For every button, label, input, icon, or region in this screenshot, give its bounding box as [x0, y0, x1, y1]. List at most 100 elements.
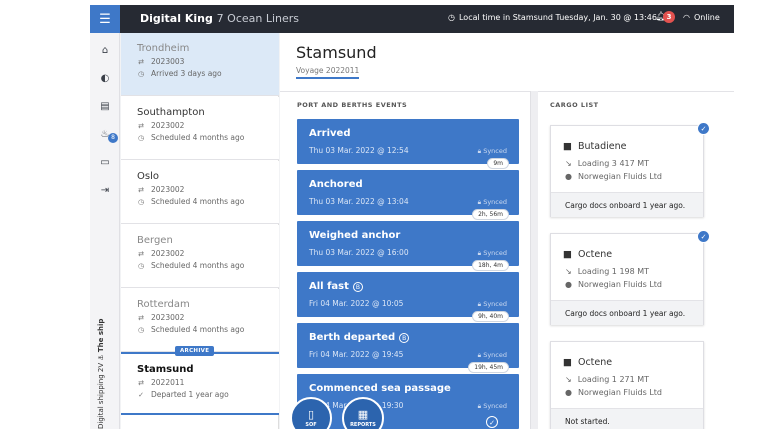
event-card[interactable]: Weighed anchor Thu 03 Mar. 2022 @ 16:00 … [297, 221, 519, 271]
status-text: Online [693, 13, 720, 22]
person-icon: ● [565, 172, 572, 181]
clock-icon: ◷ [448, 13, 455, 22]
person-icon: ● [565, 388, 572, 397]
lock-icon: 🔒︎ [477, 147, 482, 155]
lock-icon: 🔒︎ [477, 402, 482, 410]
route-icon: ⇄ [138, 313, 144, 322]
voyage-number: 2022011 [151, 378, 185, 387]
connection-status: ◠ Online [683, 13, 720, 22]
cargo-loading: Loading 3 417 MT [577, 159, 650, 168]
brand: Digital King 7 Ocean Liners [140, 12, 299, 25]
cargo-loading: Loading 1 198 MT [577, 267, 650, 276]
lock-icon: 🔒︎ [477, 351, 482, 359]
voyage-item[interactable]: Oslo ⇄ 2023002 ◷ Scheduled 4 months ago [121, 161, 279, 224]
event-name: All fast [309, 281, 349, 292]
lock-icon: 🔒︎ [477, 198, 482, 206]
sync-status: Synced [483, 402, 507, 410]
top-bar: ☰ Digital King 7 Ocean Liners ◷ Local ti… [90, 5, 734, 33]
column-separator [530, 91, 538, 429]
clock-icon: ◷ [137, 69, 145, 78]
check-icon: ✓ [697, 230, 710, 243]
cargo-icon: ■ [563, 249, 572, 260]
event-card[interactable]: Berth departed B Fri 04 Mar. 2022 @ 19:45… [297, 323, 519, 373]
cargo-name: Butadiene [577, 141, 627, 152]
voyage-item-active[interactable]: ARCHIVE Stamsund ⇄ 2022011 ✓ Departed 1 ye… [121, 346, 279, 415]
cargo-card[interactable]: ■ Octene ↘ Loading 1 271 MT ● Norwegian Flu… [550, 341, 704, 429]
lock-icon: 🔒︎ [477, 300, 482, 308]
dashboard-icon[interactable]: ◐ [90, 68, 120, 88]
voyage-status: Arrived 3 days ago [151, 69, 222, 78]
clock-icon: ◷ [137, 133, 145, 142]
berth-badge: B [352, 281, 363, 292]
sync-status: Synced [483, 249, 507, 257]
arrow-down-right-icon: ↘ [565, 267, 572, 276]
route-icon: ⇄ [138, 185, 144, 194]
check-icon: ✓ [697, 122, 710, 135]
voyage-number: 2023002 [151, 313, 185, 322]
route-icon: ⇄ [138, 57, 144, 66]
chat-icon[interactable]: ▭ [90, 152, 120, 172]
voyage-port: Southampton [137, 107, 205, 118]
clock-icon: ◷ [137, 261, 145, 270]
voyage-status: Scheduled 4 months ago [151, 261, 245, 270]
route-icon: ⇄ [138, 249, 144, 258]
arrow-down-right-icon: ↘ [565, 375, 572, 384]
ship-icon: ⚓ [97, 352, 105, 361]
local-time-text: Local time in Stamsund Tuesday, Jan. 30 … [458, 13, 657, 22]
app-window: ☰ Digital King 7 Ocean Liners ◷ Local ti… [90, 5, 734, 429]
cargo-loading: Loading 1 271 MT [577, 375, 650, 384]
cargo-status: Not started. [551, 408, 703, 429]
berth-badge: B [399, 332, 410, 343]
voyage-number: 2023002 [151, 249, 185, 258]
clock-icon: ◷ [137, 325, 145, 334]
duration-badge: 9h, 40m [472, 311, 509, 322]
check-icon: ✓ [486, 416, 498, 428]
duration-badge: 18h, 4m [472, 260, 509, 271]
clipboard-icon[interactable]: ▤ [90, 96, 120, 116]
voyage-status: Scheduled 4 months ago [151, 197, 245, 206]
cargo-icon: ■ [563, 357, 572, 368]
voyage-item[interactable]: Southampton ⇄ 2023002 ◷ Scheduled 4 months… [121, 97, 279, 160]
cargo-status: Cargo docs onboard 1 year ago. [551, 192, 703, 217]
cargo-company: Norwegian Fluids Ltd [577, 172, 663, 181]
route-icon: ⇄ [138, 378, 144, 387]
cargo-name: Octene [577, 357, 613, 368]
arrow-down-right-icon: ↘ [565, 159, 572, 168]
event-card[interactable]: All fast B Fri 04 Mar. 2022 @ 10:05 🔒︎ Sy… [297, 272, 519, 322]
event-date: Thu 03 Mar. 2022 @ 16:00 [309, 248, 409, 257]
duration-badge: 9m [487, 158, 509, 169]
event-date: Fri 04 Mar. 2022 @ 10:05 [309, 299, 404, 308]
logout-icon[interactable]: ⇥ [90, 180, 120, 200]
page-title: Stamsund [296, 43, 377, 62]
section-label: The ship [97, 318, 105, 353]
cargo-icon: ■ [563, 141, 572, 152]
cargo-card[interactable]: ✓ ■ Octene ↘ Loading 1 198 MT ● Norwegian F… [550, 230, 710, 325]
chat-badge: 8 [108, 133, 118, 143]
lock-icon: 🔒︎ [477, 249, 482, 257]
menu-button[interactable]: ☰ [90, 5, 120, 33]
event-name: Commenced sea passage [309, 383, 451, 394]
event-card[interactable]: Arrived Thu 03 Mar. 2022 @ 12:54 🔒︎ Sync… [297, 119, 519, 169]
sof-label: SOF [305, 421, 317, 428]
voyage-number: 2023002 [151, 121, 185, 130]
voyage-number: 2023002 [151, 185, 185, 194]
cargo-name: Octene [577, 249, 613, 260]
voyage-subtitle: Voyage 2022011 [296, 66, 360, 79]
voyage-port: Oslo [137, 171, 159, 182]
home-icon[interactable]: ⌂ [90, 40, 120, 60]
check-icon: ✓ [138, 390, 144, 399]
archive-tag: ARCHIVE [175, 346, 215, 356]
cargo-card[interactable]: ✓ ■ Butadiene ↘ Loading 3 417 MT ● Norwegia… [550, 122, 710, 217]
voyage-item[interactable]: Bergen ⇄ 2023002 ◷ Scheduled 4 months ago [121, 225, 279, 288]
event-card[interactable]: Anchored Thu 03 Mar. 2022 @ 13:04 🔒︎ Syn… [297, 170, 519, 220]
cargo-section-title: CARGO LIST [550, 101, 599, 109]
cargo-company: Norwegian Fluids Ltd [577, 280, 663, 289]
voyage-item[interactable]: Trondheim ⇄ 2023003 ◷ Arrived 3 days ago [121, 33, 279, 96]
event-date: Fri 04 Mar. 2022 @ 19:45 [309, 350, 404, 359]
brand-subtitle: 7 Ocean Liners [216, 12, 300, 25]
cargo-status: Cargo docs onboard 1 year ago. [551, 300, 703, 325]
voyage-item[interactable]: Rotterdam ⇄ 2023002 ◷ Scheduled 4 months a… [121, 289, 279, 352]
notification-badge: 3 [663, 11, 675, 23]
voyage-status: Scheduled 4 months ago [151, 133, 245, 142]
local-time: ◷ Local time in Stamsund Tuesday, Jan. 3… [448, 13, 657, 22]
